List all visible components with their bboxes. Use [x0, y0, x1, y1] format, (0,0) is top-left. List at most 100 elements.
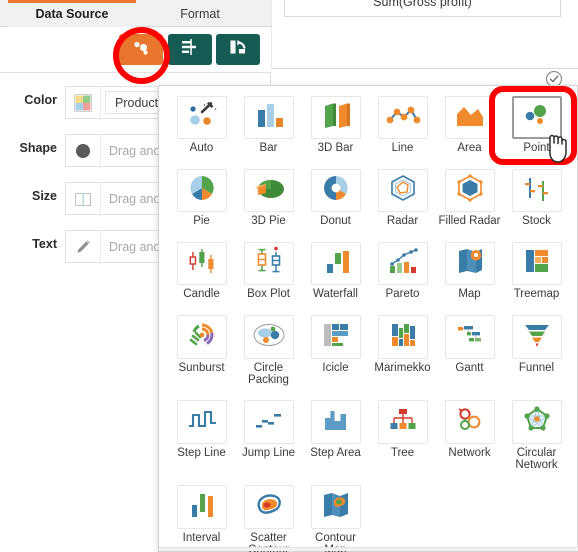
chart-type-icicle-box[interactable] — [310, 315, 361, 359]
candle-chart-icon — [185, 246, 219, 281]
stock-chart-icon — [521, 173, 553, 208]
chart-type-contour-map[interactable]: Contour Map — [302, 483, 369, 552]
tab-data-source-label: Data Source — [35, 6, 109, 21]
chart-type-treemap-box[interactable] — [511, 242, 562, 286]
app-window: Sum(Gross profit) Data Source Format Col… — [0, 0, 578, 552]
axis-settings-button[interactable] — [168, 34, 212, 65]
chart-type-sunburst[interactable]: Sunburst — [168, 313, 235, 398]
chart-type-waterfall[interactable]: Waterfall — [302, 240, 369, 313]
chart-type-3d-pie[interactable]: 3D Pie — [235, 167, 302, 240]
chart-type-interval[interactable]: Interval — [168, 483, 235, 552]
chart-type-pareto[interactable]: Pareto — [369, 240, 436, 313]
treemap-chart-icon — [521, 246, 553, 281]
chart-type-map-box[interactable] — [444, 242, 495, 286]
chart-type-tree-label: Tree — [390, 447, 415, 459]
chart-type-line[interactable]: Line — [369, 94, 436, 167]
chart-type-network[interactable]: Network — [436, 398, 503, 483]
chart-type-gantt-box[interactable] — [444, 315, 495, 359]
bar-chart-icon — [252, 100, 286, 135]
chart-type-map[interactable]: Map — [436, 240, 503, 313]
chart-type-funnel-box[interactable] — [511, 315, 562, 359]
chart-type-point-label: Point — [523, 142, 550, 155]
chart-type-circle-packing[interactable]: Circle Packing — [235, 313, 302, 398]
chart-type-candle-box[interactable] — [176, 242, 227, 286]
chart-type-auto-box[interactable] — [176, 96, 227, 140]
chart-type-bar-box[interactable] — [243, 96, 294, 140]
scatter-contour-icon — [252, 491, 286, 524]
chart-type-bar[interactable]: Bar — [235, 94, 302, 167]
chart-type-circular-network[interactable]: Circular Network — [503, 398, 570, 483]
chart-type-step-area-box[interactable] — [310, 400, 361, 444]
shelf-divider — [100, 230, 101, 263]
chart-type-area[interactable]: Area — [436, 94, 503, 167]
chart-type-point[interactable]: Point — [503, 94, 570, 167]
chart-type-point-box[interactable] — [511, 96, 562, 140]
chart-type-box-plot[interactable]: Box Plot — [235, 240, 302, 313]
chart-type-3d-pie-box[interactable] — [243, 169, 294, 213]
chart-type-scatter-contour-box[interactable] — [243, 485, 294, 529]
measure-field-box[interactable]: Sum(Gross profit) — [284, 0, 561, 17]
chart-type-circle-packing-box[interactable] — [243, 315, 294, 359]
chart-type-line-label: Line — [391, 142, 414, 155]
chart-type-tree[interactable]: Tree — [369, 398, 436, 483]
chart-type-pie[interactable]: Pie — [168, 167, 235, 240]
chart-type-area-box[interactable] — [444, 96, 495, 140]
chart-type-radar-box[interactable] — [377, 169, 428, 213]
chart-type-candle[interactable]: Candle — [168, 240, 235, 313]
chart-type-step-line[interactable]: Step Line — [168, 398, 235, 483]
chart-type-network-box[interactable] — [444, 400, 495, 444]
chart-type-gantt-label: Gantt — [455, 362, 484, 374]
chart-type-treemap[interactable]: Treemap — [503, 240, 570, 313]
swap-icon — [228, 38, 248, 61]
chart-type-empty-cell — [436, 483, 503, 552]
chart-type-filled-radar[interactable]: Filled Radar — [436, 167, 503, 240]
chart-type-3d-bar-box[interactable] — [310, 96, 361, 140]
tab-format[interactable]: Format — [145, 0, 255, 27]
chart-type-button[interactable] — [119, 34, 163, 65]
chart-type-interval-box[interactable] — [176, 485, 227, 529]
color-palette-icon — [66, 93, 100, 113]
chart-type-3d-bar-label: 3D Bar — [317, 142, 354, 155]
chart-type-funnel[interactable]: Funnel — [503, 313, 570, 398]
chart-type-radar[interactable]: Radar — [369, 167, 436, 240]
size-bar-icon — [66, 189, 100, 209]
chart-type-step-area[interactable]: Step Area — [302, 398, 369, 483]
chart-type-step-line-box[interactable] — [176, 400, 227, 444]
chart-type-marimekko-box[interactable] — [377, 315, 428, 359]
chart-type-stock-label: Stock — [522, 215, 551, 228]
chart-type-popup: Auto Bar 3D Bar Line Area Point Pie 3D P… — [158, 85, 578, 552]
chart-type-auto[interactable]: Auto — [168, 94, 235, 167]
chart-type-network-label: Network — [448, 447, 491, 459]
chart-type-contour-map-box[interactable] — [310, 485, 361, 529]
swap-axis-button[interactable] — [216, 34, 260, 65]
chart-type-treemap-label: Treemap — [513, 288, 560, 301]
chart-type-pareto-box[interactable] — [377, 242, 428, 286]
chart-type-jump-line-box[interactable] — [243, 400, 294, 444]
chart-type-sunburst-box[interactable] — [176, 315, 227, 359]
chart-type-3d-bar[interactable]: 3D Bar — [302, 94, 369, 167]
chart-type-box-plot-box[interactable] — [243, 242, 294, 286]
chart-type-donut-box[interactable] — [310, 169, 361, 213]
chart-type-pie-box[interactable] — [176, 169, 227, 213]
chart-type-circular-network-box[interactable] — [511, 400, 562, 444]
chart-type-filled-radar-box[interactable] — [444, 169, 495, 213]
chart-type-row: Pie 3D Pie Donut Radar Filled Radar Stoc… — [168, 167, 572, 240]
chart-type-line-box[interactable] — [377, 96, 428, 140]
chart-type-stock[interactable]: Stock — [503, 167, 570, 240]
chart-type-gantt[interactable]: Gantt — [436, 313, 503, 398]
chart-type-icicle[interactable]: Icicle — [302, 313, 369, 398]
chart-type-area-label: Area — [457, 142, 482, 155]
sunburst-chart-icon — [186, 320, 218, 355]
tab-data-source[interactable]: Data Source — [8, 0, 136, 27]
chart-type-funnel-label: Funnel — [518, 362, 555, 374]
chart-type-donut[interactable]: Donut — [302, 167, 369, 240]
chart-type-jump-line[interactable]: Jump Line — [235, 398, 302, 483]
chart-type-waterfall-label: Waterfall — [313, 288, 358, 301]
chart-type-tree-box[interactable] — [377, 400, 428, 444]
shelf-label-size: Size — [31, 189, 57, 203]
chart-type-stock-box[interactable] — [511, 169, 562, 213]
chart-type-marimekko[interactable]: Marimekko — [369, 313, 436, 398]
chart-type-waterfall-box[interactable] — [310, 242, 361, 286]
chart-type-row: Sunburst Circle Packing Icicle Marimekko… — [168, 313, 572, 398]
chart-type-scatter-contour[interactable]: Scatter Contour — [235, 483, 302, 552]
